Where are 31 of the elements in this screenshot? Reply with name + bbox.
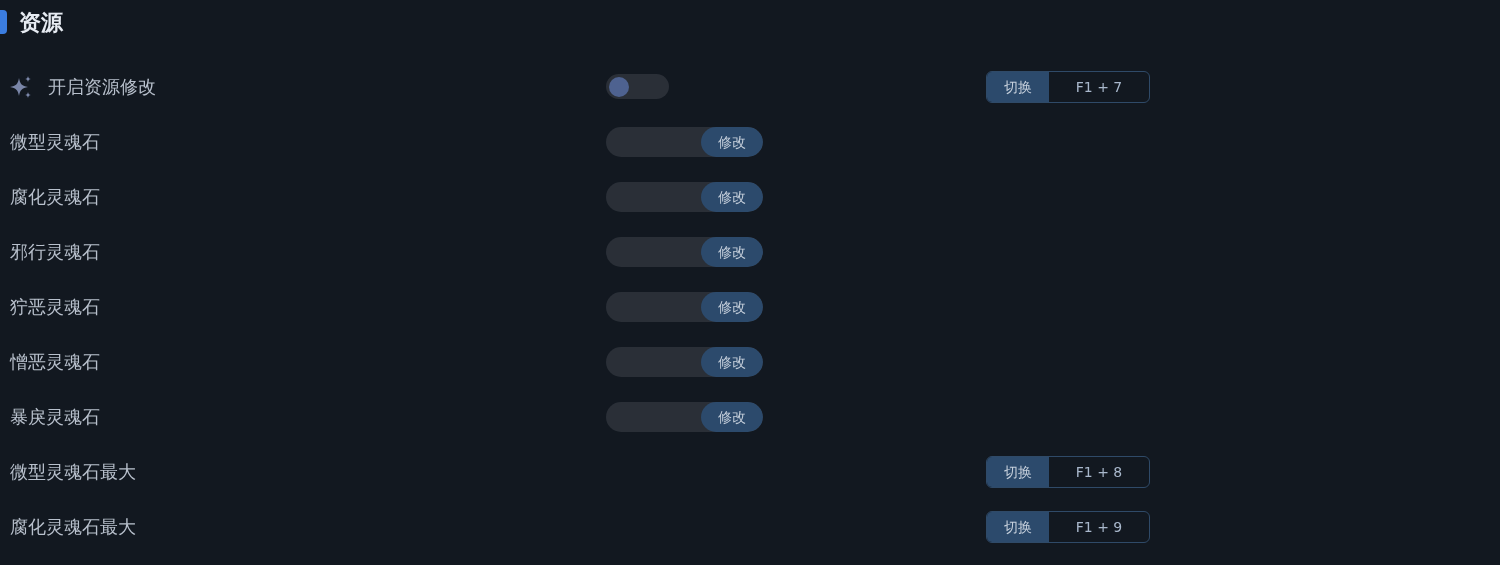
modify-button[interactable]: 修改 bbox=[701, 401, 763, 432]
row-label: 憎恶灵魂石 bbox=[10, 350, 100, 374]
row-label: 暴戾灵魂石 bbox=[10, 405, 100, 429]
row-label: 微型灵魂石最大 bbox=[10, 460, 136, 484]
section-title: 资源 bbox=[19, 8, 63, 37]
switch-knob bbox=[609, 76, 629, 97]
row-label: 邪行灵魂石 bbox=[10, 240, 100, 264]
value-field[interactable]: 修改 bbox=[606, 401, 763, 432]
toggle-hotkey-button[interactable]: 切换 bbox=[987, 71, 1049, 102]
row-label: 微型灵魂石 bbox=[10, 130, 100, 154]
row-label: 腐化灵魂石 bbox=[10, 185, 100, 209]
modify-button[interactable]: 修改 bbox=[701, 126, 763, 157]
value-field[interactable]: 修改 bbox=[606, 291, 763, 322]
value-field[interactable]: 修改 bbox=[606, 181, 763, 212]
toggle-hotkey-button[interactable]: 切换 bbox=[987, 456, 1049, 487]
toggle-hotkey-button[interactable]: 切换 bbox=[987, 511, 1049, 542]
hotkey-text: F1 + 8 bbox=[1074, 462, 1124, 482]
row-label: 腐化灵魂石最大 bbox=[10, 515, 136, 539]
hotkey-text: F1 + 9 bbox=[1074, 517, 1124, 537]
row-label: 狞恶灵魂石 bbox=[10, 295, 100, 319]
value-field[interactable]: 修改 bbox=[606, 126, 763, 157]
toggle-switch[interactable] bbox=[606, 74, 669, 99]
modify-button[interactable]: 修改 bbox=[701, 346, 763, 377]
row-label: 开启资源修改 bbox=[48, 75, 156, 99]
value-field[interactable]: 修改 bbox=[606, 346, 763, 377]
modify-button[interactable]: 修改 bbox=[701, 291, 763, 322]
section-accent-bar bbox=[0, 10, 7, 34]
modify-button[interactable]: 修改 bbox=[701, 181, 763, 212]
value-field[interactable]: 修改 bbox=[606, 236, 763, 267]
modify-button[interactable]: 修改 bbox=[701, 236, 763, 267]
hotkey-text: F1 + 7 bbox=[1074, 77, 1124, 97]
